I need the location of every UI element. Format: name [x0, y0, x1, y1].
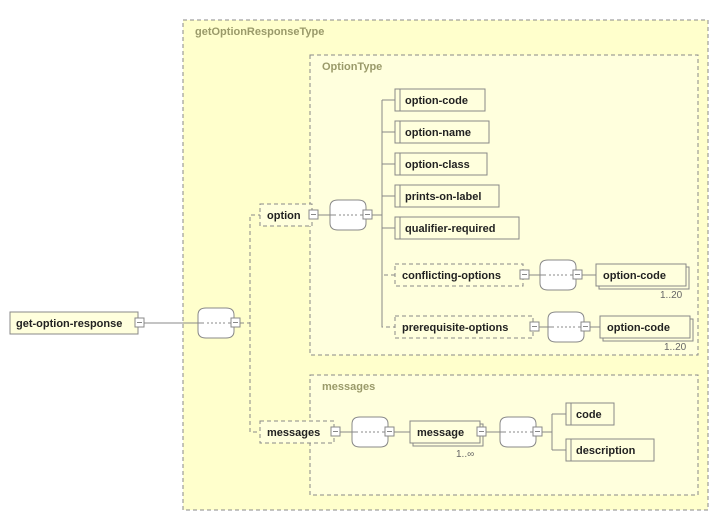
svg-text:conflicting-options: conflicting-options: [402, 270, 501, 282]
compositor-option: [330, 200, 372, 230]
compositor-root: [198, 308, 240, 338]
svg-text:prerequisite-options: prerequisite-options: [402, 322, 508, 334]
node-option-name: option-name: [395, 121, 489, 143]
node-description: description: [566, 439, 654, 461]
svg-text:option-code: option-code: [607, 322, 670, 334]
svg-text:qualifier-required: qualifier-required: [405, 223, 495, 235]
svg-text:prints-on-label: prints-on-label: [405, 191, 481, 203]
node-option-class: option-class: [395, 153, 487, 175]
svg-text:1..20: 1..20: [660, 290, 683, 301]
node-code: code: [566, 403, 614, 425]
group-label-outer: getOptionResponseType: [195, 26, 324, 38]
svg-text:1..20: 1..20: [664, 342, 687, 353]
compositor-conflicting: [540, 260, 582, 290]
svg-text:code: code: [576, 409, 602, 421]
node-label-option: option: [267, 210, 301, 222]
compositor-prerequisite: [548, 312, 590, 342]
node-label-root: get-option-response: [16, 318, 122, 330]
node-conflicting-options: conflicting-options: [395, 264, 529, 286]
node-prints-on-label: prints-on-label: [395, 185, 499, 207]
svg-text:option-name: option-name: [405, 127, 471, 139]
node-messages: messages: [260, 421, 340, 443]
svg-text:1..∞: 1..∞: [456, 449, 474, 460]
node-option-code: option-code: [395, 89, 485, 111]
svg-text:option-code: option-code: [603, 270, 666, 282]
group-optiontype: [310, 55, 698, 355]
compositor-messages: [352, 417, 394, 447]
node-option: option: [260, 204, 318, 226]
group-label-optiontype: OptionType: [322, 61, 382, 73]
node-get-option-response: get-option-response: [10, 312, 144, 334]
svg-text:option-class: option-class: [405, 159, 470, 171]
group-label-messages: messages: [322, 381, 375, 393]
node-prerequisite-options: prerequisite-options: [395, 316, 539, 338]
svg-text:description: description: [576, 445, 636, 457]
svg-text:option-code: option-code: [405, 95, 468, 107]
svg-text:message: message: [417, 427, 464, 439]
node-label-messages: messages: [267, 427, 320, 439]
compositor-message: [500, 417, 542, 447]
node-qualifier-required: qualifier-required: [395, 217, 519, 239]
